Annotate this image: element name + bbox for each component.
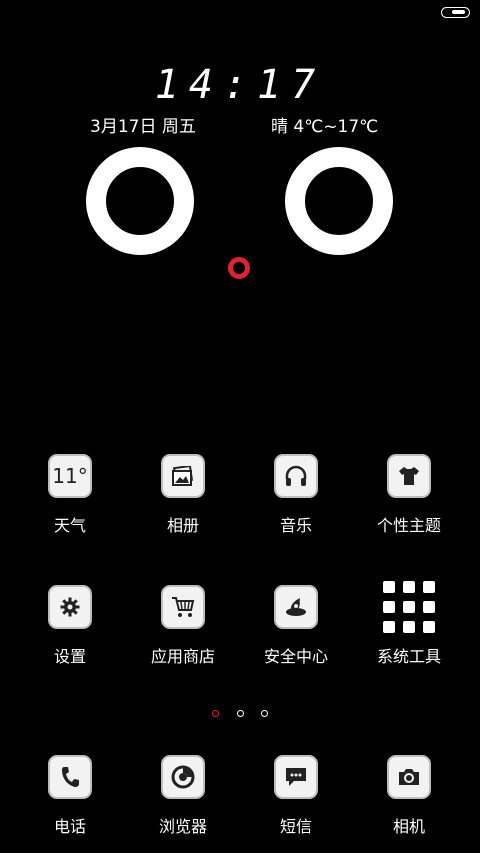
clock-time: 14:17 [154,62,326,108]
app-label: 音乐 [279,516,312,535]
folder-grid-icon [383,579,435,635]
page-indicator [0,702,480,721]
app-store[interactable]: 应用商店 [133,585,233,667]
app-gallery[interactable]: 相册 [133,454,233,536]
app-weather[interactable]: 11° 天气 [20,454,120,536]
left-eye-ring [86,147,194,255]
phone-icon [48,755,92,799]
gallery-icon [161,454,205,498]
page-dot[interactable] [236,710,244,717]
weather-icon: 11° [48,454,92,498]
app-label: 相册 [166,516,199,535]
red-ring-icon [228,257,250,279]
home-screen: 14:17 3月17日 周五 晴 4℃~17℃ 11° 天气 相册 音乐 个性主… [0,0,480,853]
gear-icon [48,585,92,629]
camera-icon [387,755,431,799]
app-label: 设置 [53,647,86,666]
battery-icon [441,7,470,18]
app-label: 浏览器 [158,817,207,836]
app-camera[interactable]: 相机 [359,755,459,837]
page-dot[interactable] [260,710,268,717]
app-label: 安全中心 [263,647,328,666]
app-security[interactable]: 安全中心 [246,585,346,667]
app-label: 应用商店 [150,647,215,666]
tshirt-icon [387,454,431,498]
weather-summary: 晴 4℃~17℃ [271,117,379,137]
app-messages[interactable]: 短信 [246,755,346,837]
browser-icon [161,755,205,799]
app-label: 系统工具 [376,647,441,666]
app-label: 相机 [392,817,425,836]
app-system-tools[interactable]: 系统工具 [359,581,459,667]
cart-icon [161,585,205,629]
headphones-icon [274,454,318,498]
app-label: 个性主题 [376,516,441,535]
app-label: 电话 [53,817,86,836]
app-label: 天气 [53,516,86,535]
date-label: 3月17日 周五 [90,117,196,137]
page-dot-active[interactable] [212,710,220,717]
message-icon [274,755,318,799]
app-phone[interactable]: 电话 [20,755,120,837]
right-eye-ring [285,147,393,255]
security-icon [274,585,318,629]
app-music[interactable]: 音乐 [246,454,346,536]
app-themes[interactable]: 个性主题 [359,454,459,536]
app-label: 短信 [279,817,312,836]
app-browser[interactable]: 浏览器 [133,755,233,837]
app-settings[interactable]: 设置 [20,585,120,667]
